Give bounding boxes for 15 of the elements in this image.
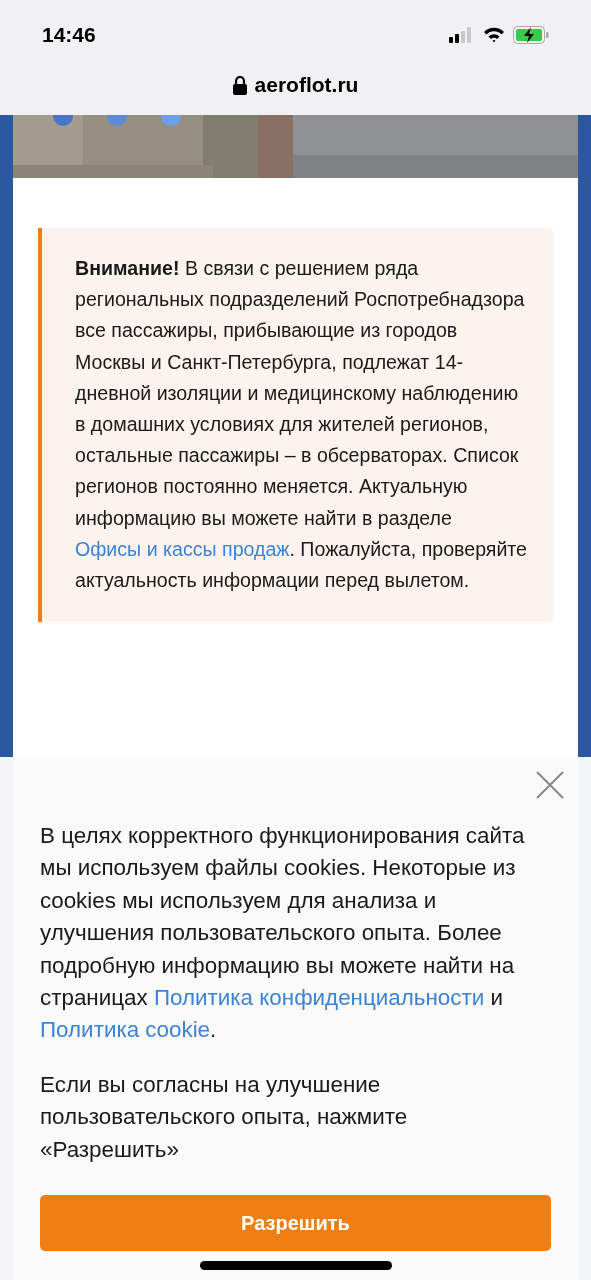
offices-link[interactable]: Офисы и кассы [75,537,217,560]
privacy-policy-link[interactable]: Политика [153,985,254,1011]
url-text[interactable]: aeroflot.ru [254,73,359,97]
close-icon[interactable] [536,771,564,799]
offices-link[interactable]: продаж [222,537,290,560]
cookie-policy-link[interactable]: Политика cookie [40,1017,211,1043]
privacy-policy-link[interactable]: конфиденциальности [259,985,485,1011]
battery-charging-icon [513,26,549,44]
lock-icon [232,75,247,95]
cookie-notice-text: В целях корректного функционирования сайта мы используем файлы cookies. Некоторые из cookies мы используем для анализа и улучшения пользовательского опыта. Более подробную информацию вы можете найти на страницах Политика конфиденциальности и Политика cookie. [40,822,526,1045]
notice-text: Внимание! В связи с решением ряда региональных подразделений Роспотребнадзора все пассажиры, прибывающие из городов Москвы и Санкт-Петербурга, подлежат 14-дневной изоляции и медицинскому наблюдению в домашних условиях для жителей регионов, остальные пассажиры – в обсерваторах. Список регионов постоянно меняется. Актуальную информацию вы можете найти в разделе Офисы и кассы продаж. Пожалуйста, проверяйте актуальность информации перед вылетом. [75,256,529,594]
wifi-icon [483,27,505,43]
clock-time: 14:46 [42,23,96,47]
consent-text: Если вы согласны на улучшение пользовательского опыта, нажмите «Разрешить» [40,1070,409,1164]
allow-button[interactable]: Разрешить [40,1195,551,1251]
